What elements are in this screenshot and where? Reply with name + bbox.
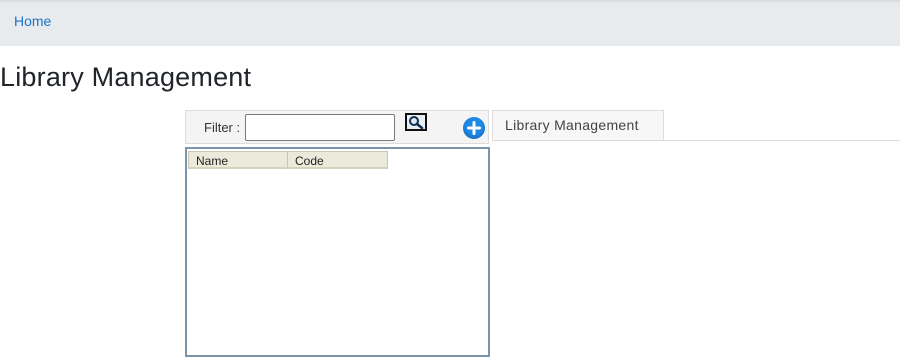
page-title: Library Management [0,62,252,92]
plus-icon [467,121,481,135]
tab-strip: Library Management [492,110,900,141]
filter-input[interactable] [245,114,395,141]
grid-header: Name Code [188,151,388,169]
search-button[interactable] [405,113,427,131]
column-header-code[interactable]: Code [288,151,388,169]
column-header-name[interactable]: Name [188,151,288,169]
search-icon [409,116,424,129]
tab-library-management[interactable]: Library Management [492,110,664,140]
home-link[interactable]: Home [14,13,51,29]
library-list-panel: Name Code [185,147,490,357]
top-nav-bar: Home [0,0,900,46]
add-button[interactable] [463,117,485,139]
filter-toolbar: Filter : [185,110,489,144]
filter-label: Filter : [204,120,241,135]
